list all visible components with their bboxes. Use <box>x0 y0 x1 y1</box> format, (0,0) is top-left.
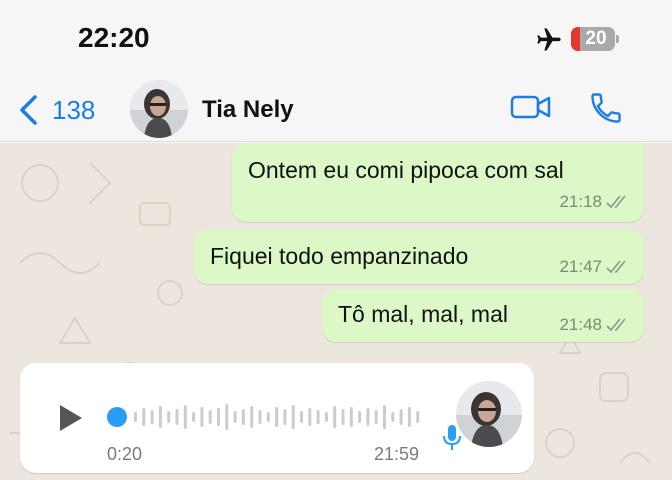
message-meta: 21:48 <box>559 315 630 335</box>
avatar-photo <box>130 80 188 138</box>
waveform-bar <box>407 407 411 427</box>
message-meta: 21:18 <box>559 192 630 212</box>
waveform-bar <box>383 405 386 429</box>
back-button[interactable]: 138 <box>18 90 95 130</box>
status-time: 22:20 <box>78 22 150 53</box>
waveform-bar <box>283 409 287 425</box>
waveform-bar <box>374 410 378 424</box>
unread-count: 138 <box>52 94 96 125</box>
sender-avatar <box>456 381 522 447</box>
chat-area[interactable]: Ontem eu comi pipoca com sal 21:18 Fique… <box>0 143 672 480</box>
waveform-bar <box>233 411 237 423</box>
waveform-bar <box>291 405 295 429</box>
waveform-bar <box>275 407 279 427</box>
waveform-bar <box>416 411 420 423</box>
message-bubble-outgoing[interactable]: Fiquei todo empanzinado 21:47 <box>194 230 644 284</box>
chat-header: 138 Tia Nely <box>0 80 672 142</box>
waveform-bar <box>266 412 270 422</box>
waveform-bar <box>175 409 179 425</box>
microphone-icon <box>443 425 461 450</box>
message-time: 21:18 <box>559 192 602 211</box>
contact-avatar[interactable] <box>130 80 188 138</box>
phone-icon[interactable] <box>588 90 624 126</box>
waveform-bar <box>217 408 220 426</box>
message-time: 21:48 <box>559 315 602 334</box>
airplane-icon <box>537 28 561 51</box>
waveform-bar <box>208 410 212 424</box>
waveform-bar <box>142 408 146 426</box>
battery-level: 20 <box>585 28 607 49</box>
waveform-bar <box>316 410 320 424</box>
battery-tip <box>616 35 619 43</box>
waveform-bar <box>366 408 370 426</box>
play-icon[interactable] <box>58 403 84 433</box>
waveform-bar <box>158 406 162 428</box>
waveform-bar <box>183 405 187 429</box>
message-bubble-outgoing[interactable]: Tô mal, mal, mal 21:48 <box>322 289 644 342</box>
waveform-bar <box>150 410 154 424</box>
waveform-bar <box>349 407 353 427</box>
waveform-bar <box>358 411 362 423</box>
waveform-bar <box>341 409 345 425</box>
waveform-bar <box>192 412 196 422</box>
waveform-bar <box>250 406 254 428</box>
video-camera-icon[interactable] <box>510 92 552 122</box>
voice-time: 21:59 <box>374 444 420 464</box>
message-time: 21:47 <box>559 257 602 276</box>
message-meta: 21:47 <box>559 257 630 277</box>
voice-duration: 0:20 <box>107 444 143 464</box>
waveform-bar <box>258 410 262 424</box>
voice-progress-knob[interactable] <box>107 407 127 427</box>
waveform-bar <box>225 404 229 430</box>
waveform-bar <box>167 411 171 423</box>
waveform-bar <box>324 412 328 422</box>
message-text: Ontem eu comi pipoca com sal <box>248 157 564 183</box>
waveform-bar <box>308 408 312 426</box>
voice-waveform[interactable] <box>130 397 430 437</box>
battery-indicator: 20 <box>571 27 615 51</box>
waveform-bar <box>333 406 337 428</box>
avatar-photo <box>456 381 522 447</box>
waveform-bar <box>399 409 403 425</box>
voice-message-bubble[interactable]: 0:20 21:59 <box>20 363 534 473</box>
waveform-bar <box>200 407 204 427</box>
message-bubble-outgoing[interactable]: Ontem eu comi pipoca com sal 21:18 <box>232 143 644 222</box>
double-check-icon <box>606 318 626 332</box>
waveform-bar <box>241 409 245 425</box>
double-check-icon <box>606 195 626 209</box>
chevron-left-icon <box>20 95 37 125</box>
double-check-icon <box>606 260 626 274</box>
message-text: Tô mal, mal, mal <box>338 301 508 327</box>
waveform-bar <box>134 412 137 422</box>
waveform-bar <box>300 411 303 423</box>
message-text: Fiquei todo empanzinado <box>210 243 469 269</box>
status-bar: 22:20 20 <box>0 0 672 80</box>
waveform-bar <box>391 412 395 422</box>
contact-name[interactable]: Tia Nely <box>202 96 294 124</box>
